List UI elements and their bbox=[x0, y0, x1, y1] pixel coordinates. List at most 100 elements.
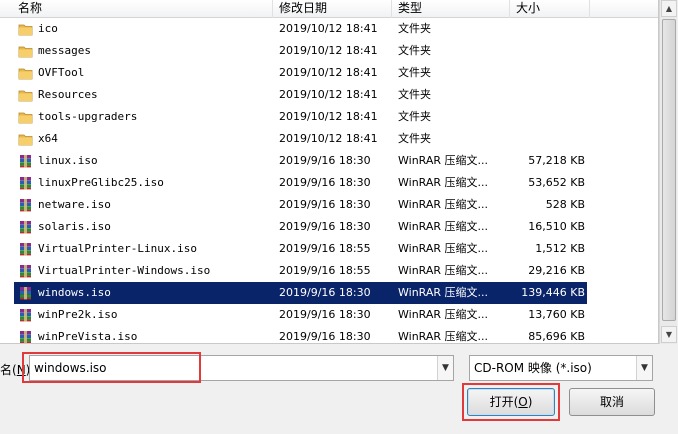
file-size bbox=[510, 40, 585, 62]
file-row[interactable]: messages 2019/10/12 18:41 文件夹 bbox=[0, 40, 658, 62]
column-header-size[interactable]: 大小 bbox=[512, 0, 590, 18]
column-header-date[interactable]: 修改日期 bbox=[275, 0, 392, 18]
file-row[interactable]: Resources 2019/10/12 18:41 文件夹 bbox=[0, 84, 658, 106]
file-date: 2019/10/12 18:41 bbox=[279, 44, 378, 57]
file-type: WinRAR 压缩文... bbox=[398, 176, 489, 189]
column-date-label: 修改日期 bbox=[279, 1, 328, 15]
winrar-archive-icon bbox=[18, 176, 33, 190]
file-list[interactable]: 名称 修改日期 类型 大小 ico 2019/10/12 18:41 文件夹 mess… bbox=[0, 0, 659, 344]
file-row[interactable]: VirtualPrinter-Linux.iso 2019/9/16 18:55 W… bbox=[0, 238, 658, 260]
open-button-highlight-box bbox=[462, 383, 560, 421]
file-date: 2019/9/16 18:55 bbox=[279, 242, 371, 255]
scroll-down-arrow-icon[interactable]: ▼ bbox=[661, 326, 677, 343]
file-name: winPreVista.iso bbox=[38, 330, 138, 343]
filename-highlight-box bbox=[22, 352, 201, 383]
winrar-archive-icon bbox=[18, 330, 33, 343]
file-type: WinRAR 压缩文... bbox=[398, 330, 489, 343]
file-date: 2019/9/16 18:55 bbox=[279, 264, 371, 277]
scrollbar-thumb[interactable] bbox=[662, 19, 676, 321]
file-name: windows.iso bbox=[38, 286, 111, 299]
scroll-up-arrow-icon[interactable]: ▲ bbox=[661, 0, 677, 17]
file-type: WinRAR 压缩文... bbox=[398, 198, 489, 211]
winrar-archive-icon bbox=[18, 286, 33, 300]
file-size: 13,760 KB bbox=[528, 308, 585, 321]
file-date: 2019/10/12 18:41 bbox=[279, 110, 378, 123]
file-type: 文件夹 bbox=[398, 66, 431, 79]
folder-icon bbox=[18, 22, 33, 36]
file-type: WinRAR 压缩文... bbox=[398, 220, 489, 233]
winrar-archive-icon bbox=[18, 264, 33, 278]
vertical-scrollbar[interactable]: ▲ ▼ bbox=[659, 0, 677, 344]
file-name: VirtualPrinter-Linux.iso bbox=[38, 242, 197, 255]
folder-icon bbox=[18, 88, 33, 102]
file-date: 2019/9/16 18:30 bbox=[279, 330, 371, 343]
file-size: 53,652 KB bbox=[528, 176, 585, 189]
file-size: 1,512 KB bbox=[535, 242, 585, 255]
file-type: WinRAR 压缩文... bbox=[398, 154, 489, 167]
file-size bbox=[510, 128, 585, 150]
cancel-button[interactable]: 取消 bbox=[569, 388, 655, 416]
file-size: 528 KB bbox=[545, 198, 585, 211]
file-row[interactable]: ico 2019/10/12 18:41 文件夹 bbox=[0, 18, 658, 40]
file-row[interactable]: winPre2k.iso 2019/9/16 18:30 WinRAR 压缩文...… bbox=[0, 304, 658, 326]
file-name: linuxPreGlibc25.iso bbox=[38, 176, 164, 189]
file-size bbox=[510, 84, 585, 106]
file-name: solaris.iso bbox=[38, 220, 111, 233]
column-header-type[interactable]: 类型 bbox=[394, 0, 510, 18]
column-name-label: 名称 bbox=[18, 1, 43, 15]
winrar-archive-icon bbox=[18, 308, 33, 322]
file-row[interactable]: winPreVista.iso 2019/9/16 18:30 WinRAR 压缩文… bbox=[0, 326, 658, 343]
file-date: 2019/9/16 18:30 bbox=[279, 198, 371, 211]
filetype-value: CD-ROM 映像 (*.iso) bbox=[474, 361, 592, 375]
filename-dropdown-chevron-icon[interactable]: ▼ bbox=[437, 356, 453, 380]
filetype-dropdown-chevron-icon[interactable]: ▼ bbox=[636, 356, 652, 380]
file-date: 2019/10/12 18:41 bbox=[279, 132, 378, 145]
file-name: tools-upgraders bbox=[38, 110, 138, 123]
file-type: WinRAR 压缩文... bbox=[398, 286, 489, 299]
file-row[interactable]: OVFTool 2019/10/12 18:41 文件夹 bbox=[0, 62, 658, 84]
file-type: WinRAR 压缩文... bbox=[398, 242, 489, 255]
file-name: Resources bbox=[38, 88, 98, 101]
file-row[interactable]: solaris.iso 2019/9/16 18:30 WinRAR 压缩文... 1… bbox=[0, 216, 658, 238]
file-name: messages bbox=[38, 44, 91, 57]
column-header-name[interactable]: 名称 bbox=[14, 0, 273, 18]
folder-icon bbox=[18, 110, 33, 124]
file-row[interactable]: VirtualPrinter-Windows.iso 2019/9/16 18:5… bbox=[0, 260, 658, 282]
winrar-archive-icon bbox=[18, 242, 33, 256]
winrar-archive-icon bbox=[18, 198, 33, 212]
file-size: 16,510 KB bbox=[528, 220, 585, 233]
file-size bbox=[510, 106, 585, 128]
folder-icon bbox=[18, 132, 33, 146]
file-row[interactable]: windows.iso 2019/9/16 18:30 WinRAR 压缩文... 1… bbox=[0, 282, 658, 304]
file-size bbox=[510, 18, 585, 40]
file-type: 文件夹 bbox=[398, 110, 431, 123]
filetype-select[interactable]: CD-ROM 映像 (*.iso) ▼ bbox=[469, 355, 653, 381]
file-type: 文件夹 bbox=[398, 88, 431, 101]
file-date: 2019/10/12 18:41 bbox=[279, 66, 378, 79]
folder-icon bbox=[18, 66, 33, 80]
file-type: 文件夹 bbox=[398, 22, 431, 35]
file-name: x64 bbox=[38, 132, 58, 145]
file-type: 文件夹 bbox=[398, 44, 431, 57]
file-type: 文件夹 bbox=[398, 132, 431, 145]
file-date: 2019/10/12 18:41 bbox=[279, 22, 378, 35]
file-date: 2019/9/16 18:30 bbox=[279, 154, 371, 167]
file-row[interactable]: x64 2019/10/12 18:41 文件夹 bbox=[0, 128, 658, 150]
file-date: 2019/9/16 18:30 bbox=[279, 308, 371, 321]
column-type-label: 类型 bbox=[398, 1, 423, 15]
folder-icon bbox=[18, 44, 33, 58]
file-date: 2019/9/16 18:30 bbox=[279, 176, 371, 189]
file-name: winPre2k.iso bbox=[38, 308, 118, 321]
file-row[interactable]: linux.iso 2019/9/16 18:30 WinRAR 压缩文... 57,… bbox=[0, 150, 658, 172]
column-size-label: 大小 bbox=[516, 1, 541, 15]
file-row[interactable]: linuxPreGlibc25.iso 2019/9/16 18:30 WinRAR… bbox=[0, 172, 658, 194]
file-date: 2019/9/16 18:30 bbox=[279, 286, 371, 299]
file-type: WinRAR 压缩文... bbox=[398, 308, 489, 321]
file-name: OVFTool bbox=[38, 66, 85, 79]
file-name: linux.iso bbox=[38, 154, 98, 167]
file-row[interactable]: netware.iso 2019/9/16 18:30 WinRAR 压缩文... 5… bbox=[0, 194, 658, 216]
file-size: 29,216 KB bbox=[528, 264, 585, 277]
file-size: 85,696 KB bbox=[528, 330, 585, 343]
file-row[interactable]: tools-upgraders 2019/10/12 18:41 文件夹 bbox=[0, 106, 658, 128]
winrar-archive-icon bbox=[18, 154, 33, 168]
